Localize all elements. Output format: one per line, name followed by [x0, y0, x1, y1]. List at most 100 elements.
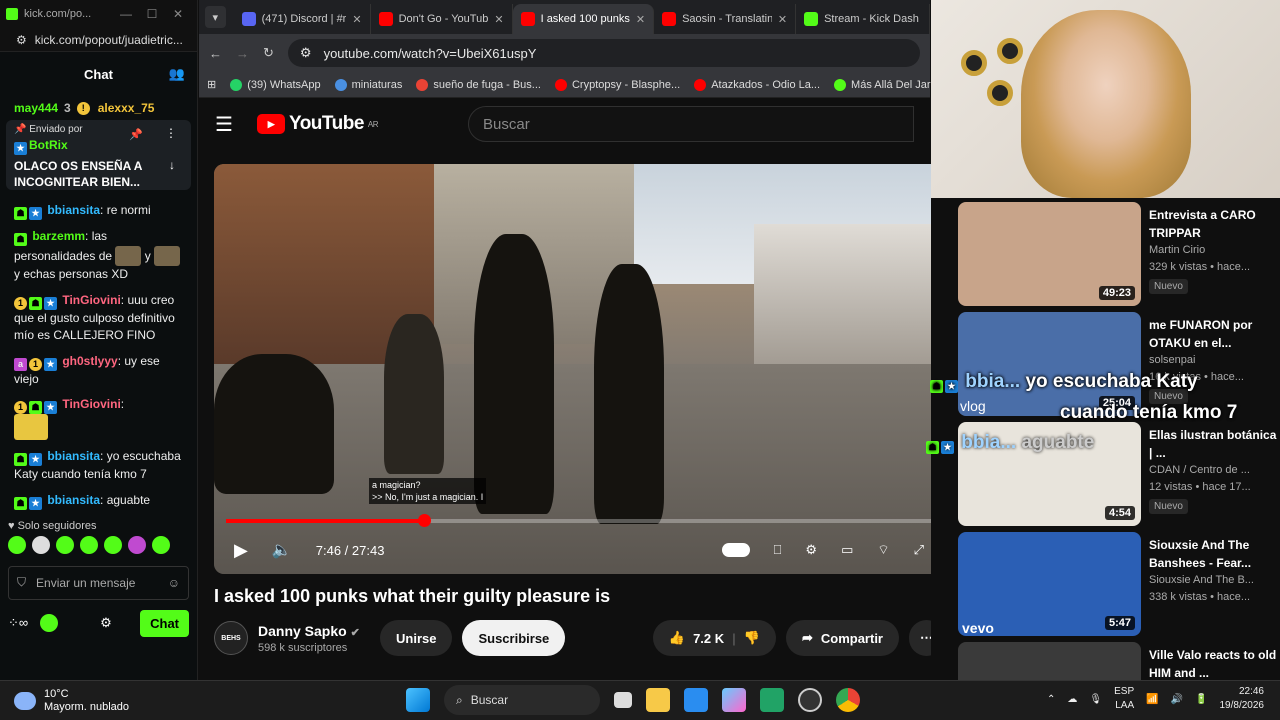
forward-icon[interactable]: → — [236, 46, 249, 61]
bookmark-item[interactable]: miniaturas — [334, 78, 402, 91]
maximize-icon[interactable]: ☐ — [139, 7, 165, 21]
speaker-icon[interactable]: 🔊 — [1171, 694, 1183, 705]
fullscreen-icon[interactable]: ⤢ — [914, 542, 924, 558]
join-button[interactable]: Unirse — [380, 620, 453, 656]
settings-gear-icon[interactable]: ⚙ — [100, 615, 112, 631]
menu-icon[interactable]: ☰ — [215, 112, 233, 137]
volume-icon[interactable]: 🔈 — [272, 540, 292, 560]
progress-bar[interactable] — [226, 514, 932, 527]
bookmark-item[interactable]: (39) WhatsApp — [230, 78, 321, 91]
emote-icon[interactable] — [32, 535, 50, 554]
recommendation-title[interactable]: Ellas ilustran botánica | ... — [1149, 426, 1279, 462]
windows-start-icon[interactable] — [406, 688, 430, 712]
more-options-icon[interactable]: ⋮ — [165, 126, 177, 140]
thumbs-down-icon[interactable]: 👎 — [744, 630, 760, 646]
chat-username[interactable]: bbiansita — [47, 493, 100, 507]
chat-send-button[interactable]: Chat — [140, 609, 189, 637]
kick-url-bar[interactable]: ⚙ kick.com/popout/juadietric... — [0, 28, 197, 52]
tab-discord[interactable]: (471) Discord | #​​r ✕ — [234, 4, 371, 34]
play-icon[interactable]: ▶ — [234, 540, 248, 561]
close-icon[interactable]: ✕ — [165, 7, 191, 21]
site-settings-icon[interactable]: ⚙ — [16, 33, 27, 47]
recommendation-title[interactable]: Siouxsie And The Banshees - Fear... — [1149, 536, 1279, 572]
microphone-icon[interactable]: 🎙 — [1089, 694, 1102, 705]
minimize-icon[interactable]: — — [113, 7, 139, 21]
language-indicator[interactable]: ESP LAA — [1114, 685, 1134, 713]
copilot-icon[interactable] — [722, 688, 746, 712]
arrow-down-icon[interactable]: ↓ — [169, 158, 175, 172]
close-tab-icon[interactable]: ✕ — [778, 13, 787, 26]
emote-icon[interactable] — [80, 535, 98, 554]
emoji-icon[interactable]: ☺ — [168, 576, 180, 590]
autoplay-toggle[interactable] — [721, 543, 750, 557]
chrome-icon[interactable] — [836, 688, 860, 712]
spreadsheet-icon[interactable] — [760, 688, 784, 712]
cast-icon[interactable]: ⌔ — [877, 542, 889, 558]
tab-saosin[interactable]: Saosin - Translating ✕ — [654, 4, 797, 34]
emote-icon[interactable] — [128, 535, 146, 554]
youtube-logo[interactable]: ▶ YouTube AR — [256, 113, 379, 135]
tab-active-video[interactable]: I asked 100 punks ✕ — [512, 4, 655, 34]
tab-kick-dash[interactable]: Stream - Kick Dash — [796, 4, 930, 34]
kick-logo-icon[interactable] — [40, 614, 59, 632]
emote-icon[interactable] — [152, 535, 170, 554]
back-icon[interactable]: ← — [209, 46, 222, 61]
tab-search-icon[interactable]: ▾ — [205, 6, 226, 28]
like-button[interactable]: 👍 7.2 K | 👎 — [652, 620, 776, 656]
wifi-icon[interactable]: 📶 — [1146, 694, 1158, 705]
reload-icon[interactable]: ↻ — [263, 45, 274, 61]
channel-name[interactable]: Danny Sapko ✔ — [258, 623, 370, 639]
video-player[interactable]: a magician? >> No, I'm just a magician. … — [214, 164, 944, 574]
settings-icon[interactable]: ⚙ — [805, 542, 817, 558]
bookmark-item[interactable]: Cryptopsy - Blasphe... — [554, 78, 680, 91]
clock-app-icon[interactable] — [798, 688, 822, 712]
clock[interactable]: 22:46 19/8/2026 — [1220, 685, 1265, 713]
chat-username[interactable]: barzemm — [32, 229, 85, 243]
recommendation-channel[interactable]: Siouxsie And The B... — [1149, 572, 1279, 589]
pinned-user[interactable]: ★ BotRix — [14, 138, 183, 155]
video-thumbnail[interactable] — [958, 642, 1141, 680]
chevron-up-icon[interactable]: ⌃ — [1047, 694, 1055, 705]
close-tab-icon[interactable]: ✕ — [636, 13, 645, 26]
users-icon[interactable]: 👥 — [169, 66, 185, 82]
site-info-icon[interactable]: ⚙ — [300, 45, 312, 61]
message-input[interactable]: ⛉ Enviar un mensaje ☺ — [8, 565, 189, 600]
chat-username[interactable]: TinGiovini — [62, 397, 120, 411]
recommendation-item[interactable]: Ville Valo reacts to old HIM and ... — [958, 642, 1280, 680]
emote-icon[interactable] — [104, 535, 122, 554]
subscribe-button[interactable]: Suscribirse — [462, 620, 566, 656]
recommendation-item[interactable]: 5:47 Siouxsie And The Banshees - Fear... S… — [958, 532, 1280, 636]
video-thumbnail[interactable]: 49:23 — [958, 202, 1141, 306]
recommendation-title[interactable]: Entrevista a CARO TRIPPAR — [1149, 206, 1279, 242]
chat-username[interactable]: TinGiovini — [62, 293, 120, 307]
tab-dont-go[interactable]: Don't Go - YouTube ✕ — [371, 4, 513, 34]
onedrive-icon[interactable]: ☁ — [1067, 694, 1077, 705]
close-tab-icon[interactable]: ✕ — [352, 13, 361, 26]
channel-avatar[interactable]: BEHS — [214, 621, 248, 655]
store-icon[interactable] — [684, 688, 708, 712]
file-explorer-icon[interactable] — [646, 688, 670, 712]
recommendation-channel[interactable]: CDAN / Centro de ... — [1149, 462, 1279, 479]
bookmark-item[interactable]: sueño de fuga - Bus... — [416, 78, 541, 91]
close-tab-icon[interactable]: ✕ — [494, 13, 503, 26]
chat-username[interactable]: gh0stlyyy — [62, 354, 117, 368]
chat-username[interactable]: bbiansita — [47, 449, 100, 463]
recommendation-channel[interactable]: Martin Cirio — [1149, 242, 1279, 259]
recommendation-title[interactable]: me FUNARON por OTAKU en el... — [1149, 316, 1279, 352]
taskbar-search[interactable]: ⌕ Buscar — [444, 685, 600, 715]
apps-grid-icon[interactable]: ⊞ — [207, 78, 216, 91]
bookmark-item[interactable]: Atazkados - Odio La... — [694, 78, 820, 91]
miniplayer-icon[interactable]: ▭ — [841, 542, 853, 558]
leader-name[interactable]: alexxx_75 — [98, 101, 155, 115]
emote-icon[interactable] — [56, 535, 74, 554]
leader-name[interactable]: may444 — [14, 101, 58, 115]
captions-icon[interactable]: ⎕ — [774, 542, 782, 558]
address-bar[interactable]: ⚙ youtube.com/watch?v=UbeiX61uspY — [287, 39, 920, 67]
rewards-icon[interactable]: ⁘∞ — [8, 615, 28, 631]
emote-icon[interactable] — [8, 535, 26, 554]
share-button[interactable]: ➦ Compartir — [785, 620, 899, 656]
search-input[interactable]: Buscar — [468, 106, 914, 142]
recommendation-item[interactable]: 49:23 Entrevista a CARO TRIPPAR Martin Cir… — [958, 202, 1280, 306]
task-view-icon[interactable] — [614, 692, 632, 708]
weather-widget[interactable]: 10°C Mayorm. nublado — [0, 688, 129, 714]
